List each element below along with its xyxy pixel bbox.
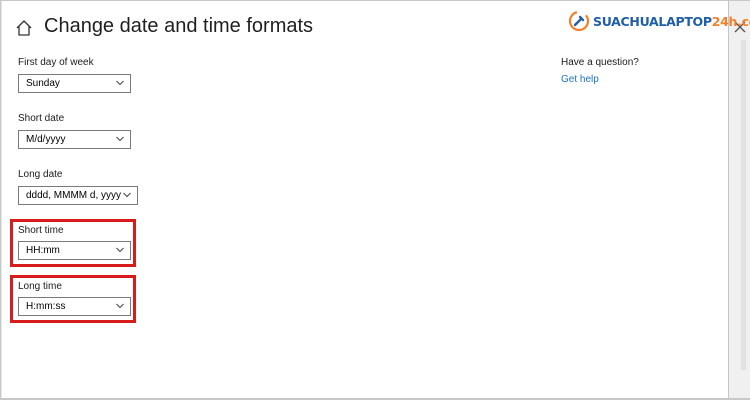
short-time-dropdown[interactable]: HH:mm [18,241,131,260]
home-icon[interactable] [14,18,34,38]
chevron-down-icon [123,192,131,198]
wrench-icon [568,10,590,32]
window-left-edge [1,1,2,397]
long-date-label: Long date [18,169,63,180]
scrollbar[interactable] [741,40,746,370]
first-day-of-week-dropdown[interactable]: Sunday [18,74,131,93]
bottom-border [0,398,750,399]
dropdown-value: M/d/yyyy [26,134,66,145]
short-date-label: Short date [18,113,65,124]
watermark-logo: SUACHUALAPTOP24h.com [568,8,750,34]
dropdown-value: H:mm:ss [26,301,66,312]
watermark-text: SUACHUALAPTOP24h.com [593,14,750,29]
long-time-dropdown[interactable]: H:mm:ss [18,297,131,316]
long-time-label: Long time [18,281,62,292]
short-time-label: Short time [18,225,64,236]
get-help-link[interactable]: Get help [561,74,599,85]
help-question: Have a question? [561,57,639,68]
watermark-text-primary: SUACHUALAPTOP [593,13,712,29]
dropdown-value: HH:mm [26,245,60,256]
long-date-dropdown[interactable]: dddd, MMMM d, yyyy [18,186,138,205]
short-date-dropdown[interactable]: M/d/yyyy [18,130,131,149]
watermark-text-accent: 24h.com [711,13,750,29]
chevron-down-icon [116,247,124,253]
right-side-panel [728,1,750,399]
chevron-down-icon [116,80,124,86]
chevron-down-icon [116,136,124,142]
dropdown-value: Sunday [26,78,60,89]
dropdown-value: dddd, MMMM d, yyyy [26,190,122,201]
first-day-of-week-label: First day of week [18,57,94,68]
chevron-down-icon [116,303,124,309]
page-title: Change date and time formats [44,15,314,37]
